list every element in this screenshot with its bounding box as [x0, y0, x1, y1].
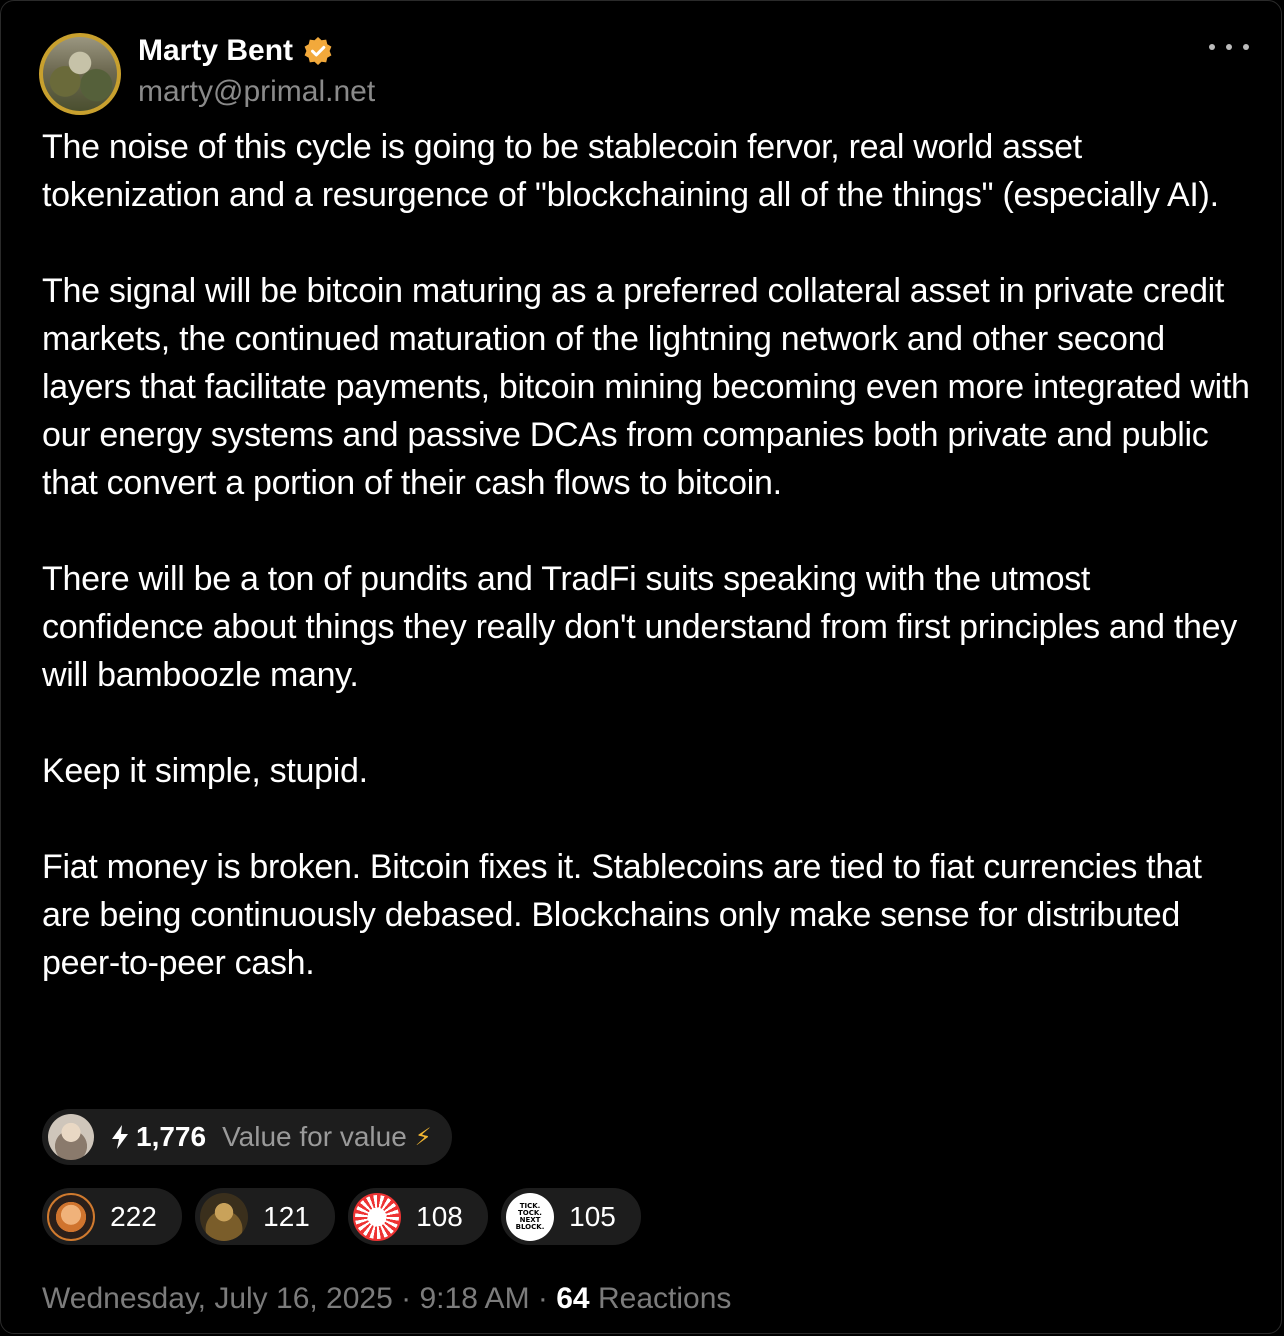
note-time: 9:18 AM: [419, 1282, 530, 1315]
reactor-avatar: [353, 1192, 401, 1241]
note-paragraph: Fiat money is broken. Bitcoin fixes it. …: [42, 848, 1202, 982]
author-name-row: Marty Bent: [138, 32, 333, 70]
note-paragraph: The noise of this cycle is going to be s…: [42, 128, 1219, 214]
note-content: The noise of this cycle is going to be s…: [42, 123, 1252, 987]
reaction-count: 105: [569, 1200, 616, 1232]
reactor-avatar: [200, 1192, 248, 1241]
reactor-avatar: TICK. TOCK. NEXT BLOCK.: [506, 1192, 554, 1241]
author-name[interactable]: Marty Bent: [138, 32, 293, 70]
more-dot: [1226, 44, 1232, 50]
reactions-link[interactable]: 64 Reactions: [556, 1282, 731, 1315]
zapper-avatar: [48, 1114, 94, 1160]
zap-message-emoji: ⚡: [414, 1123, 432, 1151]
reaction-count: 222: [110, 1200, 157, 1232]
reaction-pill[interactable]: 222: [42, 1188, 182, 1245]
note-footer: Wednesday, July 16, 2025 · 9:18 AM · 64 …: [42, 1279, 731, 1319]
lightning-bolt-icon: [112, 1125, 128, 1149]
author-handle[interactable]: marty@primal.net: [138, 73, 375, 111]
note-paragraph: Keep it simple, stupid.: [42, 752, 368, 790]
reaction-pill[interactable]: TICK. TOCK. NEXT BLOCK. 105: [501, 1188, 641, 1245]
reaction-pill[interactable]: 121: [195, 1188, 335, 1245]
zap-amount: 1,776: [136, 1121, 207, 1152]
zap-message: Value for value: [222, 1121, 407, 1152]
top-zap-pill[interactable]: 1,776 Value for value ⚡: [42, 1109, 452, 1165]
verified-badge-icon: [304, 37, 332, 65]
footer-separator: ·: [401, 1282, 412, 1315]
reaction-count: 108: [416, 1200, 463, 1232]
note-paragraph: The signal will be bitcoin maturing as a…: [42, 272, 1250, 502]
reaction-pill[interactable]: 108: [348, 1188, 488, 1245]
reactor-avatar-text: TICK. TOCK. NEXT BLOCK.: [515, 1201, 545, 1231]
more-dot: [1209, 44, 1215, 50]
reactor-avatar: [47, 1192, 95, 1241]
more-dot: [1243, 44, 1249, 50]
note-paragraph: There will be a ton of pundits and TradF…: [42, 560, 1237, 694]
reaction-list: 222 121 108 TICK. TOCK. NEXT BLOCK. 105: [42, 1188, 641, 1245]
reaction-count: 121: [263, 1200, 310, 1232]
author-avatar[interactable]: [39, 33, 121, 115]
author-avatar-image: [43, 37, 117, 111]
reaction-total: 64: [556, 1282, 590, 1315]
reactions-label: Reactions: [597, 1282, 732, 1315]
note-card: Marty Bent marty@primal.net The noise of…: [0, 0, 1282, 1334]
note-date: Wednesday, July 16, 2025: [42, 1282, 393, 1315]
more-options-icon[interactable]: [1209, 37, 1249, 57]
footer-separator: ·: [537, 1282, 548, 1315]
